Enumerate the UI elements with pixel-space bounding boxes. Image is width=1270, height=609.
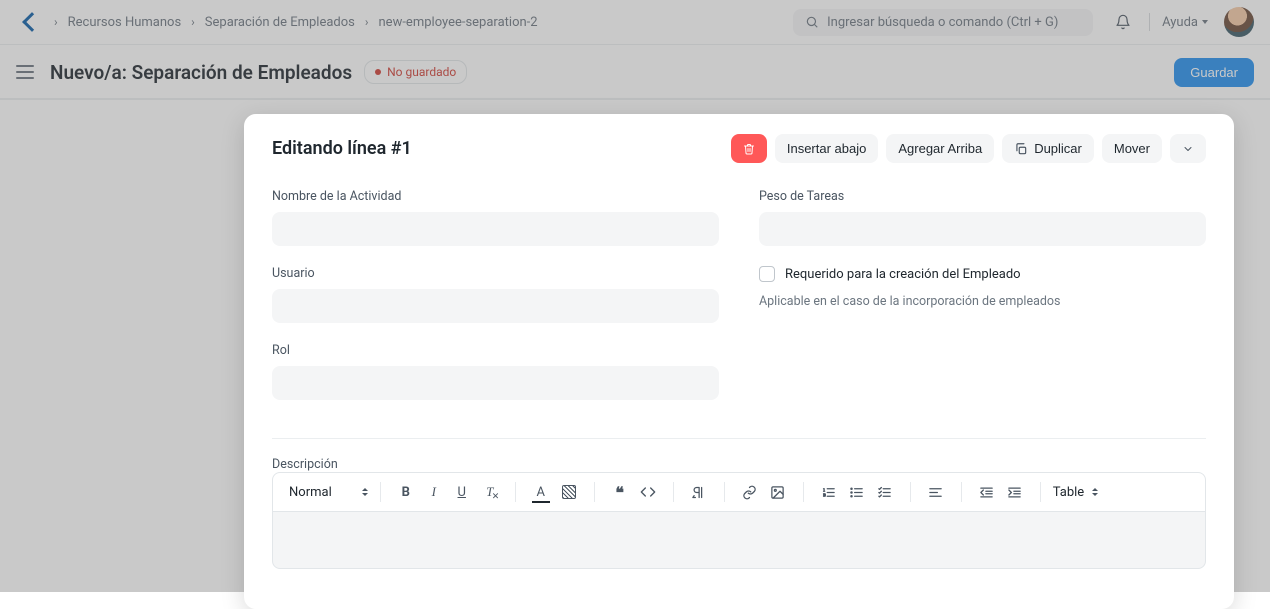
description-label: Descripción bbox=[272, 457, 338, 472]
trash-icon bbox=[743, 142, 755, 156]
align-left-icon bbox=[928, 485, 943, 500]
edit-row-modal: Editando línea #1 Insertar abajo Agregar… bbox=[244, 114, 1234, 609]
divider bbox=[515, 482, 516, 502]
role-input[interactable] bbox=[272, 366, 719, 400]
divider bbox=[380, 482, 381, 502]
editor-align-button[interactable] bbox=[923, 479, 949, 505]
editor-text-color-button[interactable]: A bbox=[528, 479, 554, 505]
editor-direction-button[interactable] bbox=[686, 479, 712, 505]
editor-underline-button[interactable]: U bbox=[449, 479, 475, 505]
editor-checklist-button[interactable] bbox=[872, 479, 898, 505]
select-caret-icon bbox=[362, 488, 368, 496]
list-ordered-icon bbox=[821, 485, 836, 500]
description-editor[interactable] bbox=[272, 511, 1206, 569]
list-bullet-icon bbox=[849, 485, 864, 500]
editor-table-select[interactable]: Table bbox=[1047, 485, 1104, 500]
code-icon bbox=[640, 484, 656, 500]
divider bbox=[594, 482, 595, 502]
modal-header: Editando línea #1 Insertar abajo Agregar… bbox=[244, 114, 1234, 171]
editor-format-label: Normal bbox=[289, 485, 332, 500]
editor-code-button[interactable] bbox=[635, 479, 661, 505]
duplicate-label: Duplicar bbox=[1034, 141, 1082, 156]
outdent-icon bbox=[979, 485, 994, 500]
editor-italic-button[interactable]: I bbox=[421, 479, 447, 505]
copy-icon bbox=[1014, 142, 1028, 156]
highlight-icon bbox=[562, 485, 576, 499]
editor-link-button[interactable] bbox=[737, 479, 763, 505]
activity-name-input[interactable] bbox=[272, 212, 719, 246]
divider bbox=[1040, 482, 1041, 502]
modal-body: Nombre de la Actividad Usuario Rol Peso … bbox=[244, 171, 1234, 439]
select-caret-icon bbox=[1092, 488, 1098, 496]
divider bbox=[272, 438, 1206, 439]
divider bbox=[724, 482, 725, 502]
duplicate-button[interactable]: Duplicar bbox=[1002, 134, 1094, 163]
editor-image-button[interactable] bbox=[765, 479, 791, 505]
required-helper-text: Aplicable en el caso de la incorporación… bbox=[759, 294, 1206, 309]
insert-below-button[interactable]: Insertar abajo bbox=[775, 134, 879, 163]
required-checkbox-label: Requerido para la creación del Empleado bbox=[785, 267, 1021, 282]
paragraph-rtl-icon bbox=[691, 485, 706, 500]
editor-outdent-button[interactable] bbox=[974, 479, 1000, 505]
editor-toolbar: Normal B I U T✕ A ❝ bbox=[272, 472, 1206, 511]
move-button[interactable]: Mover bbox=[1102, 134, 1162, 163]
required-checkbox[interactable] bbox=[759, 266, 775, 282]
image-icon bbox=[770, 485, 785, 500]
user-input[interactable] bbox=[272, 289, 719, 323]
editor-format-select[interactable]: Normal bbox=[283, 485, 374, 500]
modal-title: Editando línea #1 bbox=[272, 138, 412, 159]
editor-clear-format-button[interactable]: T✕ bbox=[477, 479, 503, 505]
divider bbox=[910, 482, 911, 502]
link-icon bbox=[742, 485, 757, 500]
list-check-icon bbox=[877, 485, 892, 500]
editor-bold-button[interactable]: B bbox=[393, 479, 419, 505]
task-weight-label: Peso de Tareas bbox=[759, 189, 1206, 204]
divider bbox=[673, 482, 674, 502]
required-checkbox-row[interactable]: Requerido para la creación del Empleado bbox=[759, 266, 1206, 282]
insert-above-button[interactable]: Agregar Arriba bbox=[886, 134, 994, 163]
indent-icon bbox=[1007, 485, 1022, 500]
editor-highlight-button[interactable] bbox=[556, 479, 582, 505]
user-label: Usuario bbox=[272, 266, 719, 281]
editor-table-label: Table bbox=[1053, 485, 1084, 500]
editor-bullet-list-button[interactable] bbox=[844, 479, 870, 505]
activity-name-label: Nombre de la Actividad bbox=[272, 189, 719, 204]
editor-indent-button[interactable] bbox=[1002, 479, 1028, 505]
editor-blockquote-button[interactable]: ❝ bbox=[607, 479, 633, 505]
divider bbox=[961, 482, 962, 502]
editor-ordered-list-button[interactable] bbox=[816, 479, 842, 505]
chevron-down-icon bbox=[1182, 143, 1194, 155]
role-label: Rol bbox=[272, 343, 719, 358]
more-actions-button[interactable] bbox=[1170, 134, 1206, 163]
modal-toolbar: Insertar abajo Agregar Arriba Duplicar M… bbox=[731, 134, 1206, 163]
delete-row-button[interactable] bbox=[731, 134, 767, 163]
divider bbox=[803, 482, 804, 502]
task-weight-input[interactable] bbox=[759, 212, 1206, 246]
